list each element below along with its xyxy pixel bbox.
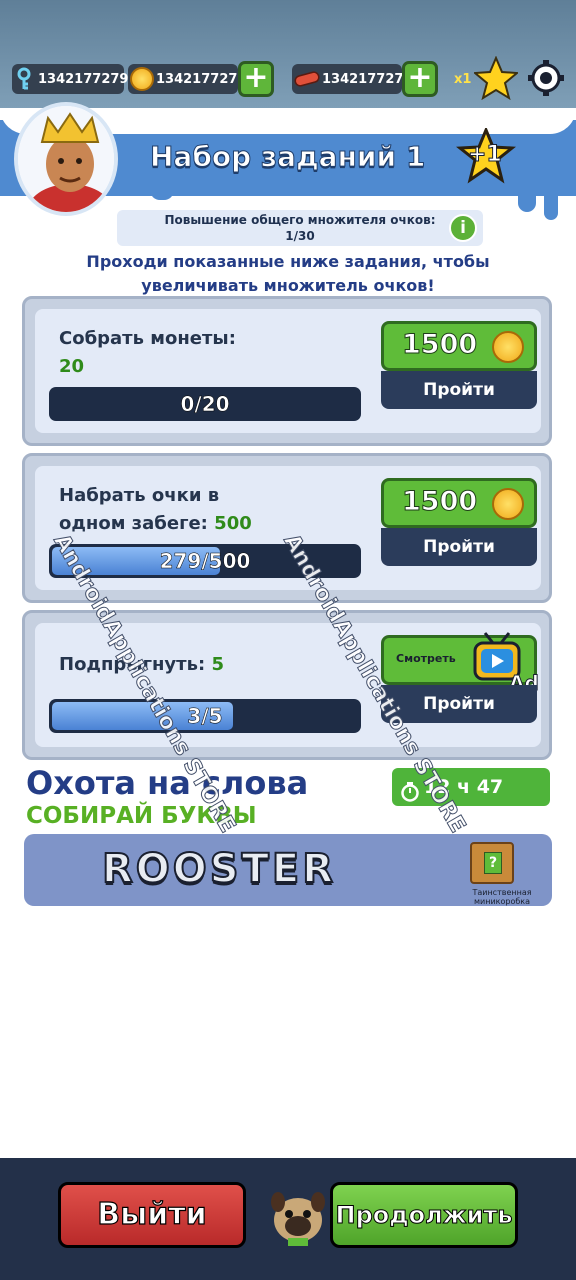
target-word: ROOSTER [101, 845, 337, 893]
coin-icon [492, 488, 524, 520]
coins-counter: 1342177279 [128, 64, 246, 94]
star-icon [472, 55, 520, 101]
key-icon [16, 67, 36, 91]
timer-text: 12 ч 47 мин [424, 776, 504, 836]
task-target: 500 [214, 513, 252, 534]
mystery-box-label-line: миникоробка [473, 897, 531, 906]
badge-text: +1 [468, 142, 503, 168]
task-label-line: Набрать очки в [59, 485, 220, 506]
paint-drip [150, 190, 174, 200]
character-avatar [14, 102, 118, 216]
task-card: Подпрыгнуть: 5 3/5 Смотреть Ad Пройти [22, 610, 552, 760]
reward-button[interactable]: 1500 [381, 478, 537, 528]
instructions-text: Проходи показанные ниже задания, чтобы у… [0, 250, 576, 298]
task-progress-text: 279/500 [159, 549, 251, 574]
word-hunt-panel[interactable]: ROOSTER ? Таинственная миникоробка [24, 834, 552, 906]
task-card: Набрать очки в одном забеге: 500 279/500… [22, 453, 552, 603]
multiplier-progress-box: Повышение общего множителя очков: 1/30 i [117, 210, 483, 246]
stopwatch-icon [400, 777, 420, 802]
word-hunt-timer: 12 ч 47 мин [392, 768, 550, 836]
task-label: Набрать очки в одном забеге: 500 [59, 482, 252, 538]
task-progress-bar: 0/20 [49, 387, 361, 421]
keys-count: 1342177279 [38, 71, 129, 87]
mystery-box-label-line: Таинственная [472, 888, 532, 897]
boards-counter: 1342177279 [292, 64, 412, 94]
settings-gear-icon[interactable] [526, 58, 566, 98]
task-progress-text: 0/20 [180, 392, 230, 417]
task-label-line: Подпрыгнуть: [59, 654, 206, 675]
mystery-box-label: Таинственная миникоробка [452, 888, 552, 906]
task-target: 20 [59, 356, 85, 377]
task-label: Подпрыгнуть: 5 [59, 651, 224, 679]
task-card: Собрать монеты: 20 0/20 1500 Пройти [22, 296, 552, 446]
multiplier-progress-value: 1/30 [285, 229, 315, 243]
plus-one-star-badge: +1 [455, 126, 517, 184]
reward-amount: 1500 [401, 486, 478, 518]
task-progress-text: 3/5 [187, 704, 223, 729]
skip-task-button[interactable]: Пройти [381, 528, 537, 566]
task-target: 5 [211, 654, 224, 675]
info-icon[interactable]: i [449, 214, 477, 242]
word-hunt-subtitle: СОБИРАЙ БУКВЫ [26, 803, 257, 829]
multiplier-progress-label: Повышение общего множителя очков: [164, 213, 436, 227]
instructions-line: увеличивать множитель очков! [141, 276, 435, 295]
instructions-line: Проходи показанные ниже задания, чтобы [86, 252, 490, 271]
task-progress-bar: 279/500 [49, 544, 361, 578]
coin-icon [492, 331, 524, 363]
keys-counter: 1342177279 [12, 64, 128, 94]
page-title: Набор заданий 1 [149, 140, 426, 174]
multiplier-value: x1 [454, 72, 472, 87]
task-progress-bar: 3/5 [49, 699, 361, 733]
reward-button[interactable]: 1500 [381, 321, 537, 371]
task-label: Собрать монеты: 20 [59, 325, 236, 381]
paint-drip [518, 190, 536, 212]
mystery-box-icon: ? [470, 842, 514, 884]
hoverboard-icon [294, 70, 320, 88]
skip-task-button[interactable]: Пройти [381, 685, 537, 723]
coin-icon [130, 67, 154, 91]
boards-count: 1342177279 [322, 71, 413, 87]
word-hunt-title: Охота на слова [26, 764, 309, 802]
coins-count: 1342177279 [156, 71, 247, 87]
reward-amount: 1500 [401, 329, 478, 361]
pug-mascot-icon [268, 1180, 328, 1246]
add-boards-button[interactable]: + [402, 61, 438, 97]
exit-button[interactable]: Выйти [58, 1182, 246, 1248]
task-label-line: Собрать монеты: [59, 328, 236, 349]
paint-drip [544, 190, 558, 220]
watch-ad-label: Смотреть [396, 652, 456, 665]
continue-button[interactable]: Продолжить [330, 1182, 518, 1248]
add-coins-button[interactable]: + [238, 61, 274, 97]
task-label-line: одном забеге: [59, 513, 208, 534]
skip-task-button[interactable]: Пройти [381, 371, 537, 409]
